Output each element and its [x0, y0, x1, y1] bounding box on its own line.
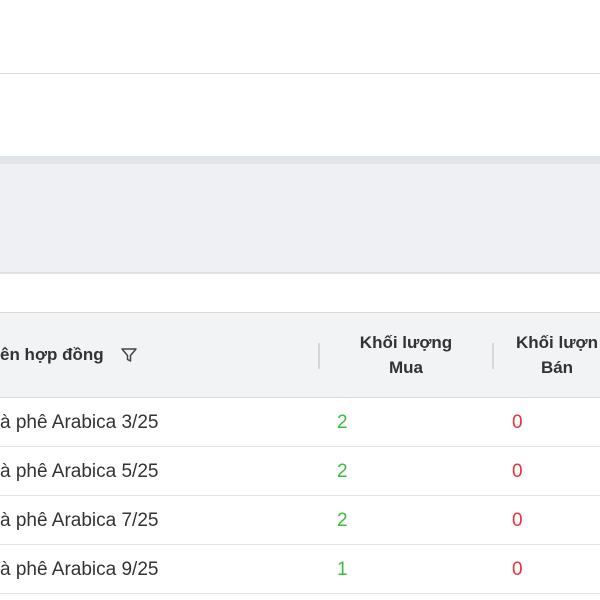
contracts-table: ên hợp đồng Khối lượng Mua Khối lượn Bán…	[0, 312, 600, 600]
gray-panel	[0, 156, 600, 274]
buy-volume-cell: 2	[337, 509, 348, 531]
column-header-label: Khối lượng	[359, 333, 453, 352]
buy-volume-cell: 2	[337, 411, 348, 433]
spacer	[0, 274, 600, 312]
column-header-label: Bán	[540, 358, 574, 377]
column-header-contract-name[interactable]: ên hợp đồng	[0, 313, 318, 397]
contract-name-cell: à phê Arabica 7/25	[0, 509, 159, 531]
column-header-sell-volume[interactable]: Khối lượn Bán	[494, 313, 600, 397]
contract-name-cell: à phê Arabica 9/25	[0, 558, 159, 580]
table-row[interactable]: à phê Arabica 7/25 2 0	[0, 496, 600, 545]
buy-volume-cell: 2	[337, 460, 348, 482]
buy-volume-cell: 1	[337, 558, 348, 580]
sell-volume-cell: 0	[512, 460, 523, 482]
table-header: ên hợp đồng Khối lượng Mua Khối lượn Bán	[0, 312, 600, 398]
column-header-label: Mua	[388, 358, 423, 377]
filter-icon[interactable]	[120, 346, 138, 364]
table-row[interactable]: à phê Arabica 3/25 2 0	[0, 398, 600, 447]
sell-volume-cell: 0	[512, 558, 523, 580]
top-area	[0, 0, 600, 73]
content-area	[0, 74, 600, 156]
page: ên hợp đồng Khối lượng Mua Khối lượn Bán…	[0, 0, 600, 600]
contract-name-cell: à phê Arabica 3/25	[0, 411, 159, 433]
table-row[interactable]: à phê Arabica 9/25 1 0	[0, 545, 600, 594]
sell-volume-cell: 0	[512, 411, 523, 433]
column-header-label: Khối lượn	[516, 333, 598, 352]
sell-volume-cell: 0	[512, 509, 523, 531]
contract-name-cell: à phê Arabica 5/25	[0, 460, 159, 482]
column-header-buy-volume[interactable]: Khối lượng Mua	[320, 313, 492, 397]
column-header-label: ên hợp đồng	[0, 345, 104, 364]
table-row[interactable]: à phê Arabica 5/25 2 0	[0, 447, 600, 496]
